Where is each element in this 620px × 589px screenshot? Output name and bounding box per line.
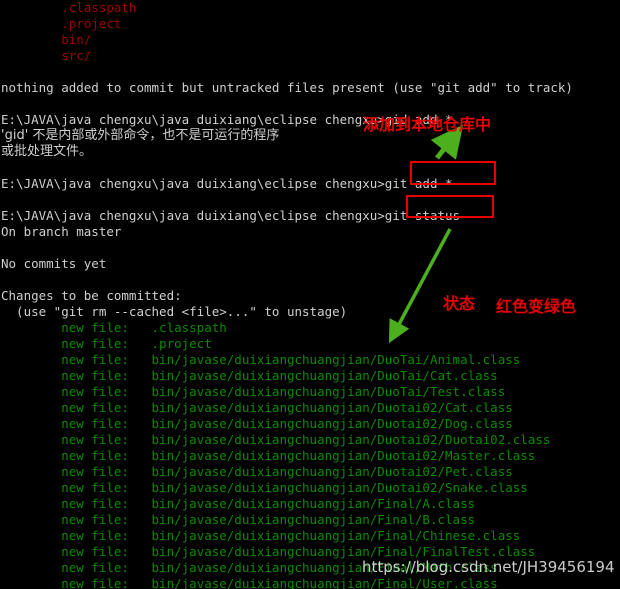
terminal-window: .classpath .project bin/ src/nothing add… [0, 0, 620, 589]
terminal-line: (use "git rm --cached <file>..." to unst… [1, 304, 348, 319]
terminal-line: 'gid' 不是内部或外部命令，也不是可运行的程序 [1, 128, 280, 143]
terminal-line: new file: bin/javase/duixiangchuangjian/… [1, 480, 528, 495]
terminal-line: nothing added to commit but untracked fi… [1, 80, 573, 95]
highlight-box-git-add [410, 161, 496, 185]
terminal-line: E:\JAVA\java chengxu\java duixiang\eclip… [1, 176, 453, 191]
terminal-line: new file: bin/javase/duixiangchuangjian/… [1, 416, 513, 431]
terminal-line: new file: bin/javase/duixiangchuangjian/… [1, 368, 498, 383]
terminal-line: .classpath [1, 0, 137, 15]
terminal-line: new file: .classpath [1, 320, 227, 335]
terminal-line: new file: bin/javase/duixiangchuangjian/… [1, 528, 521, 543]
terminal-line: Changes to be committed: [1, 288, 182, 303]
terminal-line: bin/ [1, 32, 92, 47]
terminal-line: .project [1, 16, 122, 31]
terminal-line: new file: bin/javase/duixiangchuangjian/… [1, 352, 521, 367]
terminal-line: new file: bin/javase/duixiangchuangjian/… [1, 464, 513, 479]
terminal-line: new file: bin/javase/duixiangchuangjian/… [1, 576, 498, 589]
terminal-line: src/ [1, 48, 92, 63]
terminal-line: new file: .project [1, 336, 212, 351]
terminal-line: E:\JAVA\java chengxu\java duixiang\eclip… [1, 208, 461, 223]
terminal-line: new file: bin/javase/duixiangchuangjian/… [1, 448, 536, 463]
terminal-line: On branch master [1, 224, 122, 239]
terminal-line: new file: bin/javase/duixiangchuangjian/… [1, 512, 476, 527]
terminal-line: new file: bin/javase/duixiangchuangjian/… [1, 400, 513, 415]
terminal-line: No commits yet [1, 256, 107, 271]
terminal-line: 或批处理文件。 [1, 144, 93, 159]
terminal-line: new file: bin/javase/duixiangchuangjian/… [1, 384, 506, 399]
terminal-line: new file: bin/javase/duixiangchuangjian/… [1, 432, 551, 447]
watermark: https://blog.csdn.net/JH39456194 [362, 558, 615, 576]
terminal-output: .classpath .project bin/ src/nothing add… [0, 0, 620, 589]
terminal-line: E:\JAVA\java chengxu\java duixiang\eclip… [1, 112, 453, 127]
terminal-line: new file: bin/javase/duixiangchuangjian/… [1, 496, 476, 511]
highlight-box-git-status [406, 195, 494, 218]
